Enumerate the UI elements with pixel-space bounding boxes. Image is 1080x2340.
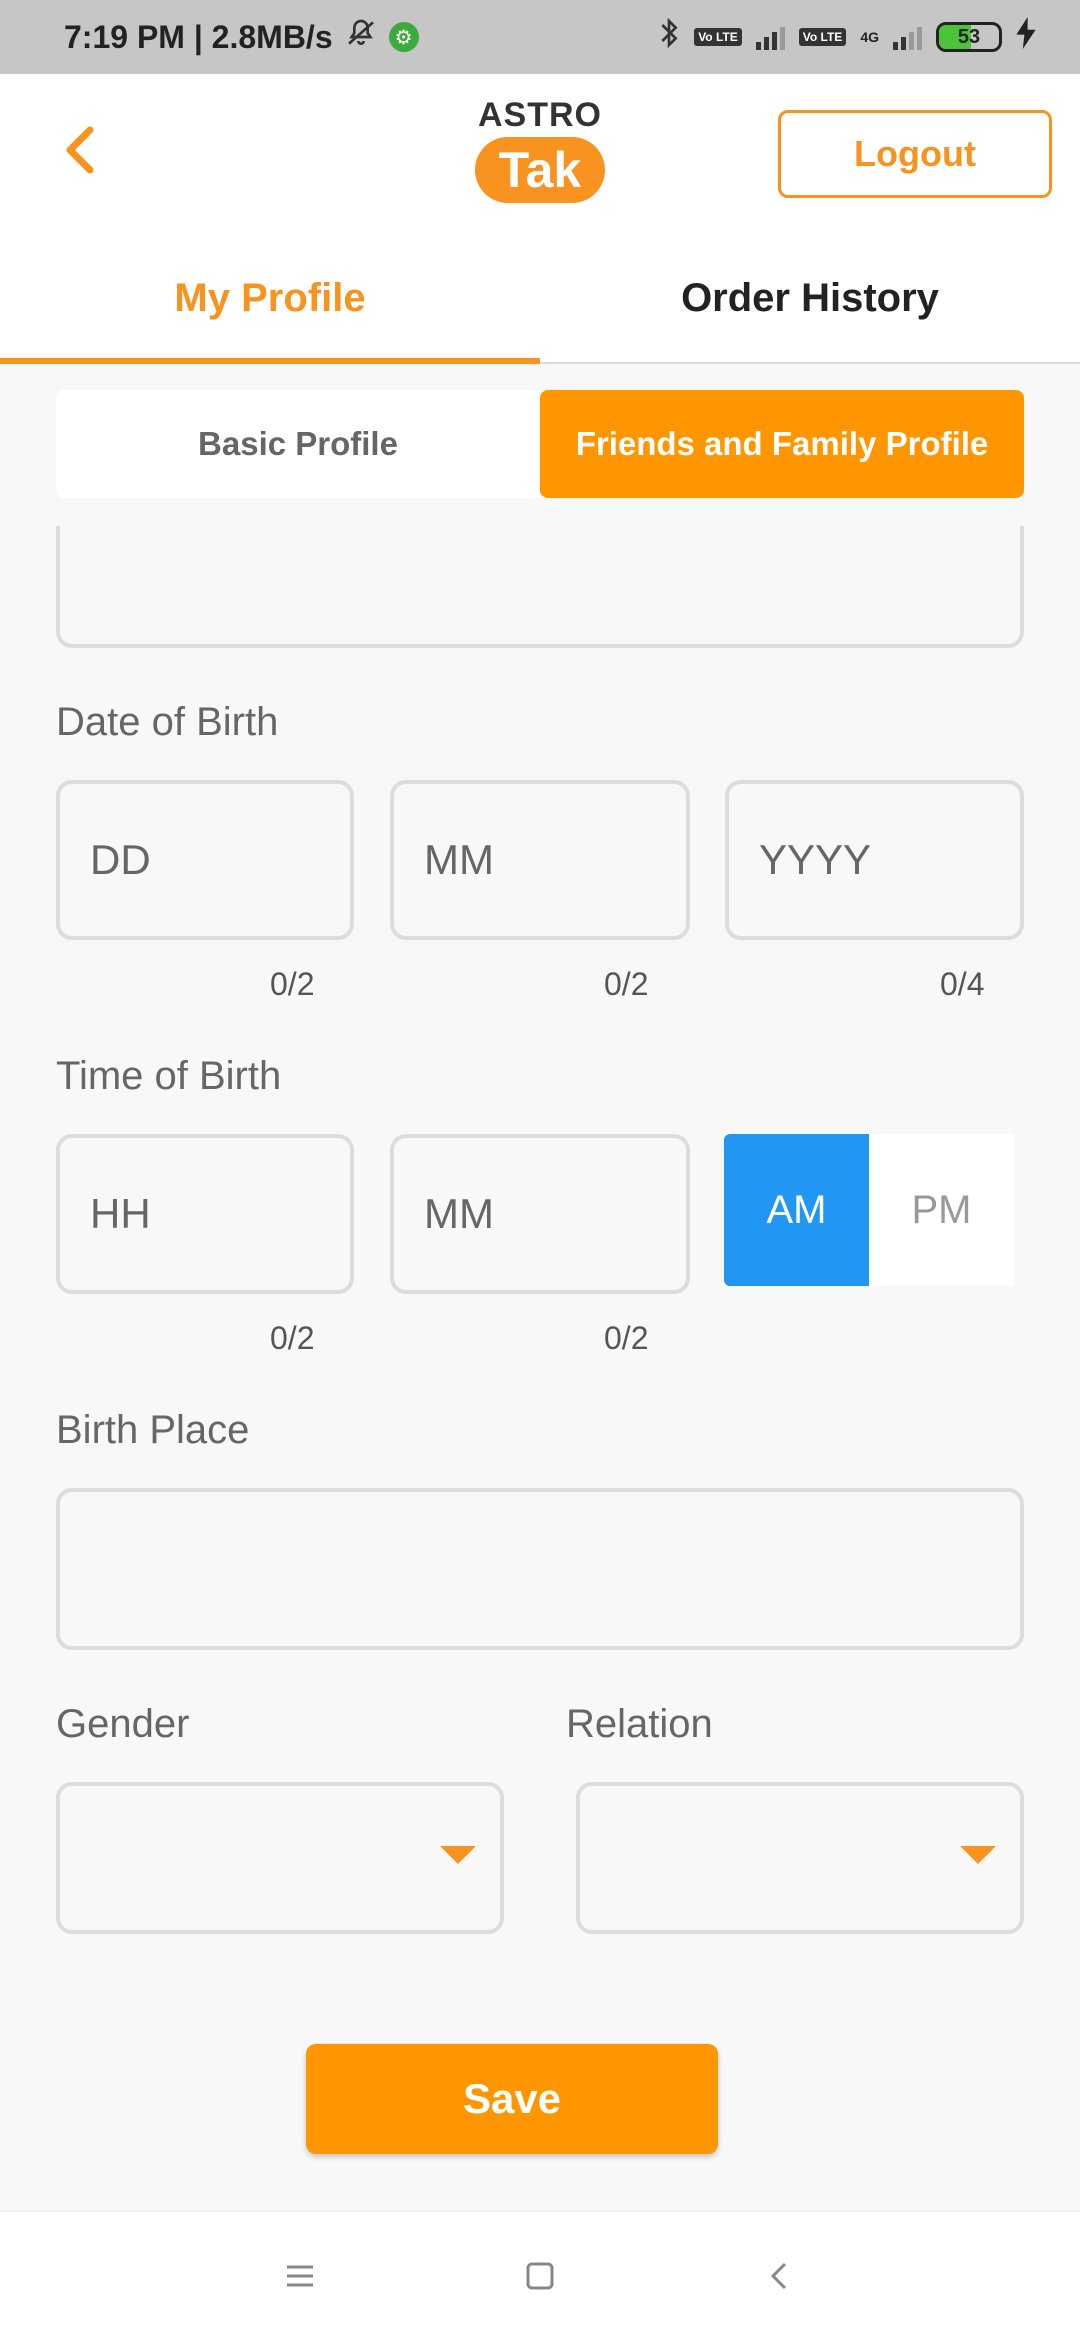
status-time-speed: 7:19 PM | 2.8MB/s <box>64 18 333 55</box>
name-field-partial[interactable] <box>56 526 1024 648</box>
logo-top-text: ASTRO <box>478 96 602 134</box>
volte-badge-2: Vo LTE <box>798 28 847 46</box>
battery-icon: 53 <box>936 22 1002 52</box>
status-bar: 7:19 PM | 2.8MB/s ⚙ Vo LTE Vo LTE 4G 53 <box>0 0 1080 74</box>
home-square-icon <box>526 2262 554 2290</box>
relation-label: Relation <box>566 1702 713 1746</box>
tob-minute-placeholder: MM <box>424 1190 494 1237</box>
dob-month-counter: 0/2 <box>604 966 649 1002</box>
dob-year-input[interactable]: YYYY <box>725 780 1024 940</box>
battery-level: 53 <box>957 25 981 48</box>
system-nav-bar <box>0 2210 1080 2340</box>
logo-bottom-text: Tak <box>498 142 582 198</box>
dob-label: Date of Birth <box>56 700 279 744</box>
gender-dropdown[interactable] <box>56 1782 504 1934</box>
dob-day-input[interactable]: DD <box>56 780 354 940</box>
profile-sub-tabs: Basic Profile Friends and Family Profile <box>56 390 1024 498</box>
dob-month-input[interactable]: MM <box>390 780 690 940</box>
back-triangle-icon <box>770 2262 787 2290</box>
tob-minute-counter: 0/2 <box>604 1320 649 1356</box>
app-notification-icon: ⚙ <box>388 22 419 52</box>
status-right: Vo LTE Vo LTE 4G 53 <box>658 17 1036 57</box>
tob-hour-placeholder: HH <box>90 1190 151 1237</box>
tob-hour-input[interactable]: HH <box>56 1134 354 1294</box>
relation-dropdown[interactable] <box>576 1782 1024 1934</box>
dob-day-counter: 0/2 <box>270 966 315 1002</box>
dob-month-placeholder: MM <box>424 836 494 883</box>
tab-my-profile[interactable]: My Profile <box>0 234 540 364</box>
birth-place-input[interactable] <box>56 1488 1024 1650</box>
status-left: 7:19 PM | 2.8MB/s ⚙ <box>64 17 419 57</box>
bluetooth-icon <box>658 17 680 57</box>
tob-hour-counter: 0/2 <box>270 1320 315 1356</box>
tab-basic-profile[interactable]: Basic Profile <box>56 390 540 498</box>
tab-order-history[interactable]: Order History <box>540 234 1080 362</box>
tob-minute-input[interactable]: MM <box>390 1134 690 1294</box>
birth-place-label: Birth Place <box>56 1408 250 1452</box>
save-button[interactable]: Save <box>306 2044 718 2154</box>
pm-option[interactable]: PM <box>869 1134 1014 1286</box>
am-option[interactable]: AM <box>724 1134 869 1286</box>
gender-label: Gender <box>56 1702 190 1746</box>
menu-nav-button[interactable] <box>280 2256 320 2296</box>
dob-day-placeholder: DD <box>90 836 151 883</box>
back-nav-button[interactable] <box>760 2256 800 2296</box>
dob-year-placeholder: YYYY <box>759 836 872 883</box>
app-header: ASTRO Tak Logout <box>0 74 1080 234</box>
chevron-left-icon <box>66 126 94 174</box>
logo-pill: Tak <box>475 137 605 203</box>
tob-label: Time of Birth <box>56 1054 282 1098</box>
signal-icon-1 <box>755 24 785 50</box>
network-type: 4G <box>860 29 879 45</box>
menu-icon <box>287 2265 313 2287</box>
volte-badge-1: Vo LTE <box>694 28 742 46</box>
mute-bell-icon <box>345 17 377 57</box>
am-pm-toggle: AM PM <box>724 1134 1014 1286</box>
charging-icon <box>1016 17 1036 57</box>
back-button[interactable] <box>52 120 112 180</box>
caret-down-icon <box>960 1846 996 1864</box>
tab-friends-family-profile[interactable]: Friends and Family Profile <box>540 390 1024 498</box>
main-tabs: My Profile Order History <box>0 234 1080 364</box>
astrotak-logo: ASTRO Tak <box>470 96 610 212</box>
caret-down-icon <box>440 1846 476 1864</box>
dob-year-counter: 0/4 <box>940 966 985 1002</box>
logout-button[interactable]: Logout <box>778 110 1052 198</box>
home-nav-button[interactable] <box>520 2256 560 2296</box>
signal-icon-2 <box>893 24 922 50</box>
